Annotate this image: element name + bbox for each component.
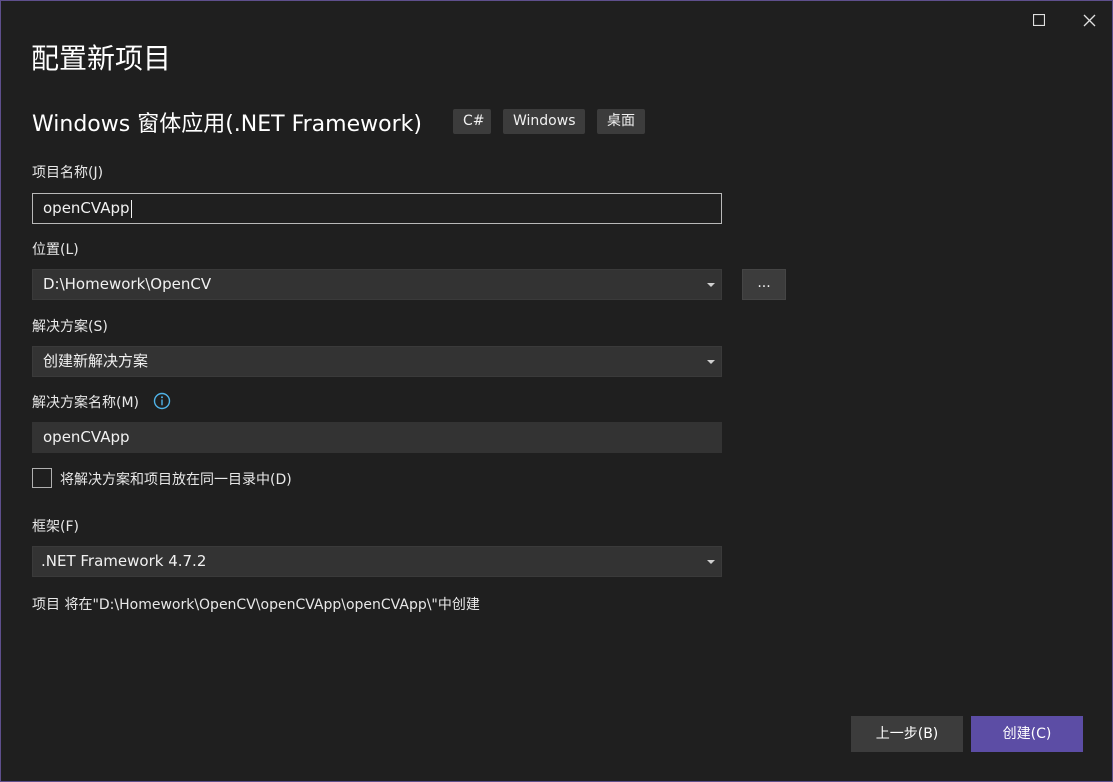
- chevron-down-icon[interactable]: [707, 560, 715, 564]
- location-combobox[interactable]: D:\Homework\OpenCV: [32, 269, 722, 300]
- info-icon[interactable]: [153, 392, 171, 410]
- project-name-label: 项目名称(J): [32, 165, 104, 181]
- same-directory-checkbox[interactable]: [32, 468, 52, 488]
- solution-name-label: 解决方案名称(M): [32, 395, 140, 411]
- dialog-title: 配置新项目: [31, 42, 172, 75]
- close-button[interactable]: [1066, 7, 1112, 33]
- project-location-summary: 项目 将在"D:\Homework\OpenCV\openCVApp\openC…: [32, 597, 480, 613]
- framework-label: 框架(F): [32, 519, 79, 535]
- text-caret: [130, 199, 132, 218]
- project-name-input[interactable]: openCVApp: [32, 193, 722, 224]
- maximize-button[interactable]: [1016, 7, 1062, 33]
- tag-csharp: C#: [453, 109, 491, 134]
- chevron-down-icon[interactable]: [707, 360, 715, 364]
- back-button[interactable]: 上一步(B): [851, 716, 963, 752]
- solution-combobox[interactable]: 创建新解决方案: [32, 346, 722, 377]
- tag-desktop: 桌面: [597, 109, 645, 134]
- project-name-value: openCVApp: [43, 199, 130, 217]
- framework-value: .NET Framework 4.7.2: [41, 552, 207, 570]
- solution-label: 解决方案(S): [32, 319, 108, 335]
- solution-name-input[interactable]: openCVApp: [32, 422, 722, 453]
- chevron-down-icon[interactable]: [707, 283, 715, 287]
- create-button[interactable]: 创建(C): [971, 716, 1083, 752]
- tag-windows: Windows: [503, 109, 585, 134]
- framework-combobox[interactable]: .NET Framework 4.7.2: [32, 546, 722, 577]
- solution-name-value: openCVApp: [43, 428, 130, 446]
- close-icon: [1083, 14, 1095, 26]
- template-name: Windows 窗体应用(.NET Framework): [32, 112, 422, 137]
- configure-project-dialog: 配置新项目 Windows 窗体应用(.NET Framework) C# Wi…: [0, 0, 1113, 782]
- same-directory-label[interactable]: 将解决方案和项目放在同一目录中(D): [60, 469, 292, 489]
- location-value: D:\Homework\OpenCV: [43, 275, 212, 293]
- solution-value: 创建新解决方案: [43, 352, 149, 370]
- maximize-icon: [1033, 14, 1045, 26]
- browse-button[interactable]: ...: [742, 269, 786, 300]
- location-label: 位置(L): [32, 242, 79, 258]
